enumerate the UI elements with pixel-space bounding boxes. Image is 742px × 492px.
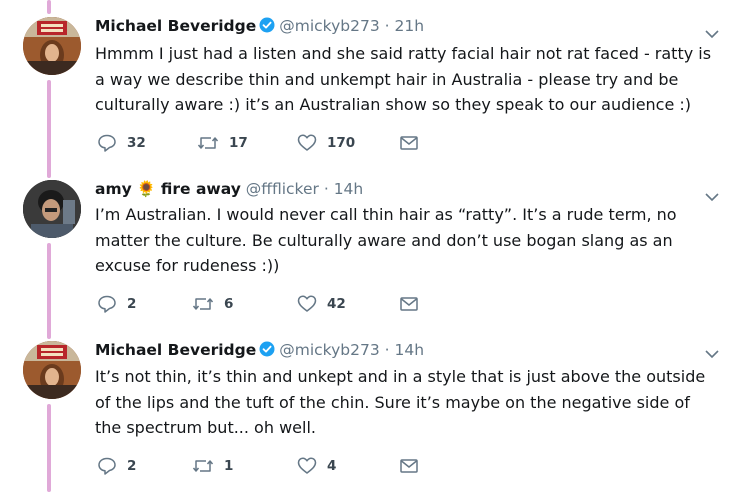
avatar-photo [23, 17, 81, 75]
handle[interactable]: @mickyb273 [279, 341, 379, 359]
separator: · [384, 341, 390, 359]
display-name-suffix[interactable]: fire away [161, 180, 241, 198]
reply-count: 32 [127, 135, 146, 151]
tweet-header: Michael Beveridge @mickyb273 · 14h [95, 341, 424, 359]
avatar[interactable] [23, 17, 81, 75]
handle[interactable]: @ffflicker [246, 180, 319, 198]
separator: · [323, 180, 329, 198]
separator: · [384, 17, 390, 35]
like-count: 4 [327, 458, 337, 474]
avatar-photo [23, 341, 81, 399]
retweet-count: 17 [229, 135, 248, 151]
reply-icon [97, 133, 117, 153]
reply-icon [97, 294, 117, 314]
retweet-icon [192, 294, 214, 314]
retweet-count: 6 [224, 296, 234, 312]
tweet-text: It’s not thin, it’s thin and unkept and … [95, 367, 706, 437]
avatar[interactable] [23, 180, 81, 238]
direct-message-icon [399, 133, 419, 153]
reply-count: 2 [127, 296, 137, 312]
timestamp[interactable]: 21h [395, 17, 425, 35]
sunflower-emoji: 🌻 [136, 180, 156, 198]
direct-message-icon [399, 456, 419, 476]
tweet-text: Hmmm I just had a listen and she said ra… [95, 44, 712, 114]
reply-button[interactable]: 2 [97, 456, 136, 476]
tweet-text: I’m Australian. I would never call thin … [95, 205, 677, 275]
tweet-header: Michael Beveridge @mickyb273 · 21h [95, 17, 424, 35]
retweet-icon [197, 133, 219, 153]
retweet-button[interactable]: 17 [197, 133, 248, 153]
tweet[interactable]: amy 🌻 fire away @ffflicker · 14h I’m Aus… [0, 170, 742, 332]
reply-button[interactable]: 32 [97, 133, 146, 153]
timestamp[interactable]: 14h [334, 180, 364, 198]
display-name[interactable]: Michael Beveridge [95, 17, 256, 35]
avatar[interactable] [23, 341, 81, 399]
direct-message-button[interactable] [399, 133, 419, 153]
verified-icon [259, 17, 275, 33]
direct-message-icon [399, 294, 419, 314]
handle[interactable]: @mickyb273 [279, 17, 379, 35]
like-button[interactable]: 4 [297, 456, 336, 476]
reply-icon [97, 456, 117, 476]
like-button[interactable]: 170 [297, 133, 355, 153]
like-button[interactable]: 42 [297, 294, 346, 314]
tweet-header: amy 🌻 fire away @ffflicker · 14h [95, 180, 363, 198]
direct-message-button[interactable] [399, 456, 419, 476]
reply-count: 2 [127, 458, 137, 474]
like-count: 170 [327, 135, 356, 151]
like-icon [297, 456, 317, 476]
avatar-photo [23, 180, 81, 238]
retweet-count: 1 [224, 458, 234, 474]
retweet-button[interactable]: 1 [192, 456, 233, 476]
tweet[interactable]: Michael Beveridge @mickyb273 · 21h Hmmm I… [0, 0, 742, 170]
chevron-down-icon[interactable] [704, 26, 720, 42]
like-count: 42 [327, 296, 346, 312]
display-name[interactable]: Michael Beveridge [95, 341, 256, 359]
verified-icon [259, 341, 275, 357]
direct-message-button[interactable] [399, 294, 419, 314]
retweet-button[interactable]: 6 [192, 294, 233, 314]
reply-button[interactable]: 2 [97, 294, 136, 314]
chevron-down-icon[interactable] [704, 346, 720, 362]
retweet-icon [192, 456, 214, 476]
display-name[interactable]: amy [95, 180, 132, 198]
like-icon [297, 294, 317, 314]
tweet[interactable]: Michael Beveridge @mickyb273 · 14h It’s n… [0, 332, 742, 492]
timestamp[interactable]: 14h [395, 341, 425, 359]
like-icon [297, 133, 317, 153]
